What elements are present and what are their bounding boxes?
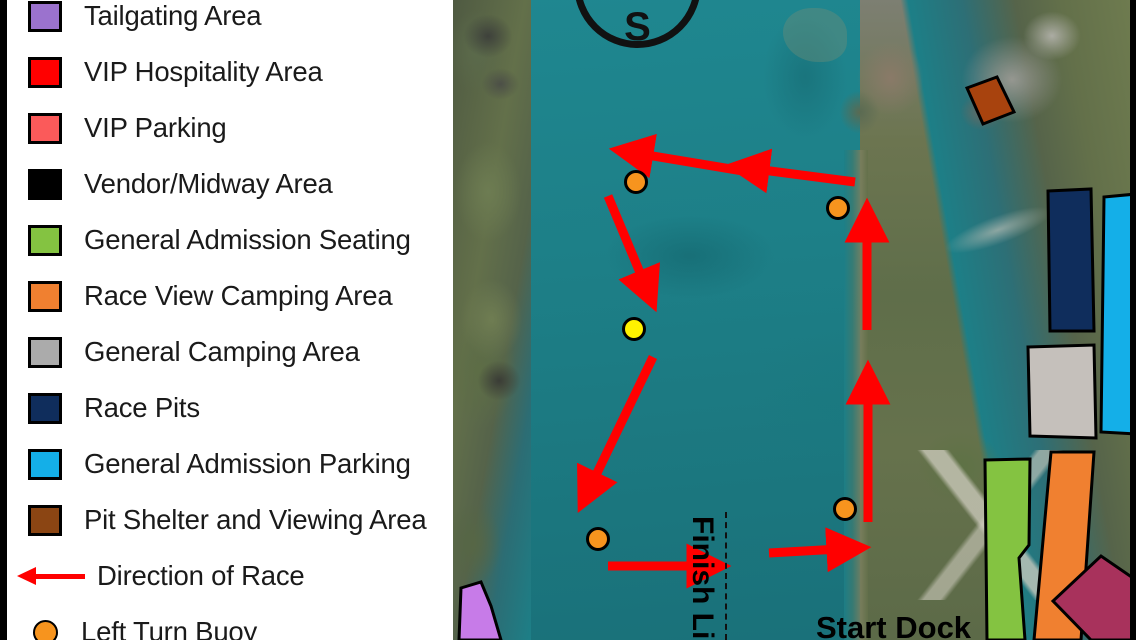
legend-item-label: Tailgating Area bbox=[84, 0, 262, 32]
finish-line-marker bbox=[725, 512, 727, 640]
legend-item-pit-shelter-viewing-area[interactable]: Pit Shelter and Viewing Area bbox=[7, 492, 453, 548]
site-map-page: Tailgating Area VIP Hospitality Area VIP… bbox=[0, 0, 1136, 640]
legend-item-direction-of-race[interactable]: Direction of Race bbox=[7, 548, 453, 604]
compass-rose-icon: S bbox=[575, 0, 700, 49]
buoy-south-west[interactable] bbox=[586, 527, 610, 551]
legend-item-label: Left Turn Buoy bbox=[81, 616, 258, 640]
access-road-south bbox=[890, 450, 1100, 600]
west-rock-outcrop bbox=[457, 0, 519, 120]
start-dock-label: Start Dock bbox=[816, 610, 972, 640]
legend-item-label: General Admission Parking bbox=[84, 448, 411, 480]
legend-item-label: Race View Camping Area bbox=[84, 280, 393, 312]
general-camping-area-swatch-icon bbox=[28, 336, 62, 368]
direction-of-race-arrow-icon bbox=[15, 563, 85, 589]
vip-parking-swatch-icon bbox=[28, 112, 62, 144]
legend-item-label: VIP Parking bbox=[84, 112, 227, 144]
race-pits-swatch-icon bbox=[28, 392, 62, 424]
legend-item-vip-parking[interactable]: VIP Parking bbox=[7, 100, 453, 156]
legend-item-list: Tailgating Area VIP Hospitality Area VIP… bbox=[7, 0, 453, 640]
pit-shelter-viewing-area-swatch-icon bbox=[28, 504, 62, 536]
legend-item-left-turn-buoy[interactable]: Left Turn Buoy bbox=[7, 604, 453, 640]
buoy-north-east[interactable] bbox=[826, 196, 850, 220]
legend-item-label: General Admission Seating bbox=[84, 224, 411, 256]
east-shore-edge bbox=[844, 150, 868, 640]
buoy-south-east[interactable] bbox=[833, 497, 857, 521]
west-peninsula bbox=[455, 248, 531, 418]
legend-item-general-camping-area[interactable]: General Camping Area bbox=[7, 324, 453, 380]
vendor-midway-area-swatch-icon bbox=[28, 168, 62, 200]
legend-item-label: Pit Shelter and Viewing Area bbox=[84, 504, 427, 536]
race-view-camping-area-swatch-icon bbox=[28, 280, 62, 312]
buoy-center[interactable] bbox=[622, 317, 646, 341]
aerial-site-map[interactable]: S Finish Line Start Dock bbox=[453, 0, 1136, 640]
legend-item-general-admission-parking[interactable]: General Admission Parking bbox=[7, 436, 453, 492]
legend-item-label: Vendor/Midway Area bbox=[84, 168, 333, 200]
tailgating-area-swatch-icon bbox=[28, 0, 62, 32]
compass-south-label: S bbox=[624, 5, 651, 49]
finish-line-label: Finish Line bbox=[686, 516, 719, 640]
legend-item-tailgating-area[interactable]: Tailgating Area bbox=[7, 0, 453, 44]
map-legend-panel: Tailgating Area VIP Hospitality Area VIP… bbox=[0, 0, 453, 640]
legend-item-race-view-camping-area[interactable]: Race View Camping Area bbox=[7, 268, 453, 324]
legend-item-general-admission-seating[interactable]: General Admission Seating bbox=[7, 212, 453, 268]
legend-item-label: VIP Hospitality Area bbox=[84, 56, 323, 88]
legend-item-vip-hospitality-area[interactable]: VIP Hospitality Area bbox=[7, 44, 453, 100]
legend-item-label: Direction of Race bbox=[97, 560, 305, 592]
legend-item-race-pits[interactable]: Race Pits bbox=[7, 380, 453, 436]
general-admission-parking-swatch-icon bbox=[28, 448, 62, 480]
buoy-north-west[interactable] bbox=[624, 170, 648, 194]
legend-item-label: General Camping Area bbox=[84, 336, 360, 368]
legend-item-label: Race Pits bbox=[84, 392, 200, 424]
map-surface: S Finish Line Start Dock bbox=[453, 0, 1130, 640]
general-admission-seating-swatch-icon bbox=[28, 224, 62, 256]
left-turn-buoy-circle-icon bbox=[33, 619, 58, 640]
vip-hospitality-area-swatch-icon bbox=[28, 56, 62, 88]
legend-item-vendor-midway-area[interactable]: Vendor/Midway Area bbox=[7, 156, 453, 212]
